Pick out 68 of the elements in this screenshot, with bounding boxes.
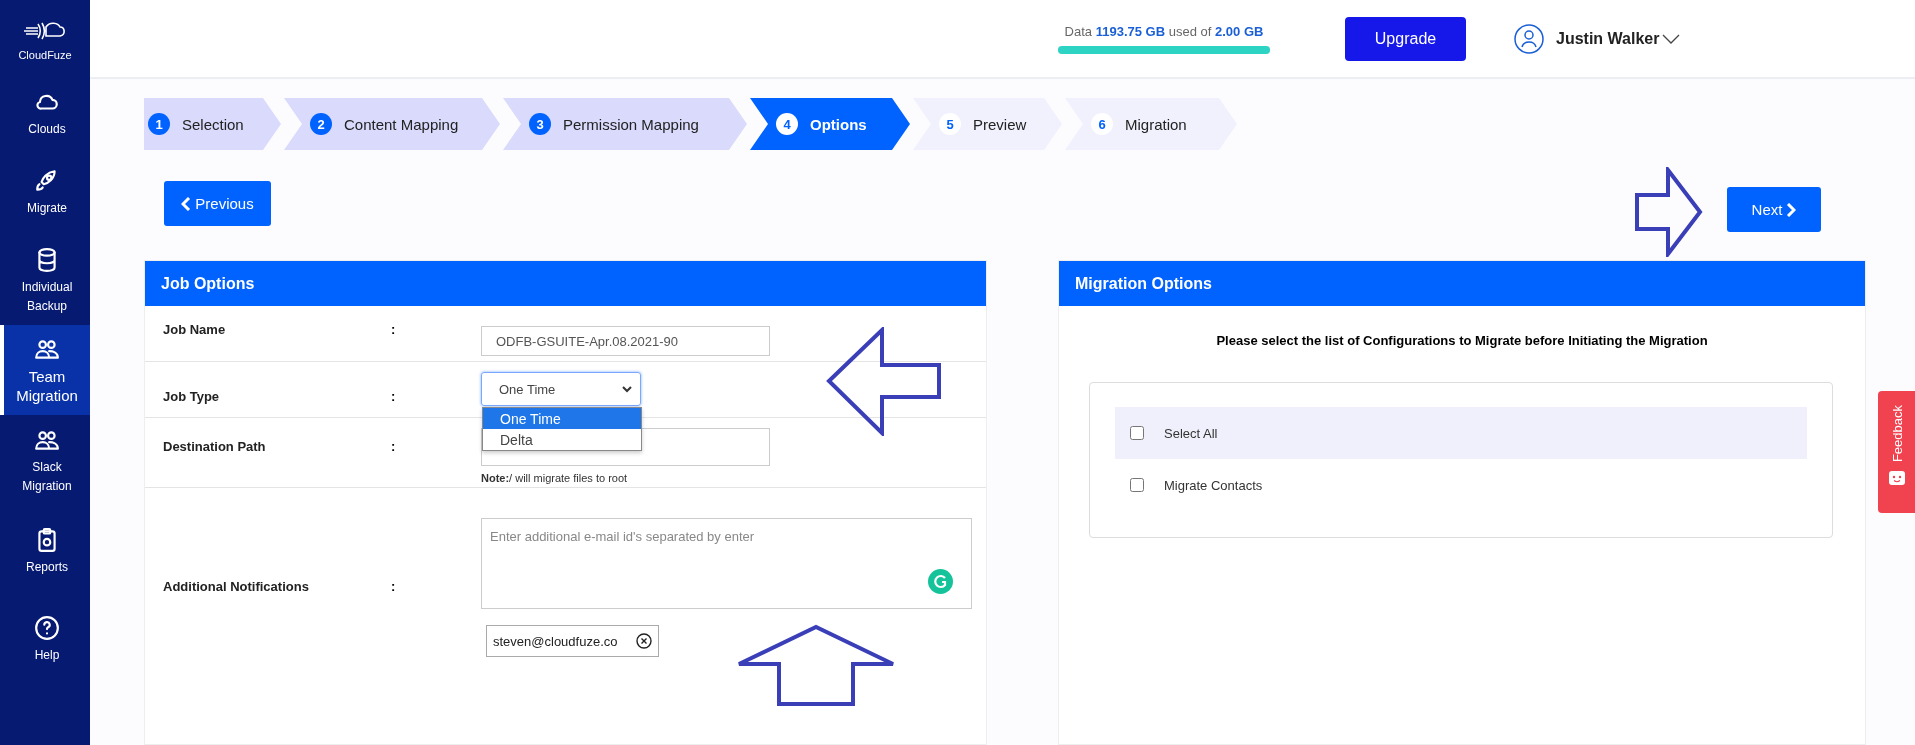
email-text: steven@cloudfuze.co [493,633,618,649]
data-usage-text: Data 1193.75 GB used of 2.00 GB [1064,23,1264,39]
job-name-field[interactable]: ODFB-GSUITE-Apr.08.2021-90 [481,326,770,356]
step-label: Preview [973,115,1027,133]
close-icon[interactable] [635,633,652,649]
placeholder-text: Enter additional e-mail id's separated by enter [490,529,755,544]
sidebar-item[interactable]: Clouds [0,79,90,149]
step-tab[interactable]: 6 Migration [1065,98,1237,150]
user-name[interactable]: Justin Walker [1556,29,1660,48]
panel-title: Migration Options [1059,261,1865,306]
step-number: 6 [1091,113,1113,135]
field-label: Destination Path [162,438,267,456]
option-label: Select All [1164,425,1218,441]
upgrade-button[interactable]: Upgrade [1345,16,1466,61]
feedback-tab[interactable]: Feedback [1878,391,1915,513]
colon: : [391,438,397,456]
smiley-icon [1887,470,1906,487]
logo-text: CloudFuze [18,48,72,61]
logo[interactable]: CloudFuze [0,0,90,79]
sidebar-item[interactable]: Migrate [0,149,90,237]
checkbox[interactable] [1130,478,1144,492]
email-textarea[interactable]: Enter additional e-mail id's separated by enter [481,518,972,609]
previous-button[interactable]: Previous [164,181,271,226]
step-number: 4 [776,113,798,135]
chevron-left-icon [181,196,192,211]
chevron-down-icon[interactable] [1662,33,1681,44]
next-button[interactable]: Next [1727,187,1821,232]
step-number: 2 [310,113,332,135]
option-row[interactable]: Select All [1115,407,1807,459]
step-label: Options [810,115,867,133]
help-icon [34,615,60,641]
sidebar-item[interactable]: Help [0,597,90,683]
step-number: 5 [939,113,961,135]
step-number: 1 [148,113,170,135]
user-icon[interactable] [1514,23,1544,54]
dropdown-option[interactable]: Delta [483,429,641,450]
field-label: Job Name [162,321,227,339]
step-number: 3 [529,113,551,135]
field-label: Job Type [162,388,221,406]
option-label: Migrate Contacts [1164,477,1263,493]
panel-title: Job Options [145,261,986,306]
step-tab[interactable]: 4 Options [750,98,910,150]
step-label: Content Mapping [344,115,459,133]
note-text: Note:/ will migrate files to root [481,472,629,484]
colon: : [391,321,397,339]
step-label: Permission Mapping [563,115,699,133]
chevron-right-icon [1786,202,1797,217]
option-row[interactable]: Migrate Contacts [1115,459,1807,511]
dropdown-option[interactable]: One Time [483,408,641,429]
colon: : [391,578,397,596]
step-label: Migration [1125,115,1187,133]
sidebar-item[interactable]: Team Migration [0,325,90,415]
job-type-select[interactable]: One Time [481,372,641,406]
colon: : [391,388,397,406]
step-tab[interactable]: 5 Preview [913,98,1062,150]
field-label: Additional Notifications [162,578,310,596]
grammar-check-icon[interactable] [928,569,953,594]
sidebar-item[interactable]: Reports [0,507,90,597]
step-label: Selection [182,115,244,133]
chevron-down-icon [622,385,632,393]
step-tab[interactable]: 3 Permission Mapping [503,98,747,150]
sidebar-item[interactable]: Individual Backup [0,237,90,325]
instruction-text: Please select the list of Configurations to Migrate before Initiating the Migration [1215,333,1709,348]
step-tab[interactable]: 2 Content Mapping [284,98,500,150]
sidebar-item[interactable]: Slack Migration [0,415,90,507]
select-value: One Time [499,381,556,397]
step-tab[interactable]: 1 Selection [144,98,281,150]
checkbox[interactable] [1130,426,1144,440]
